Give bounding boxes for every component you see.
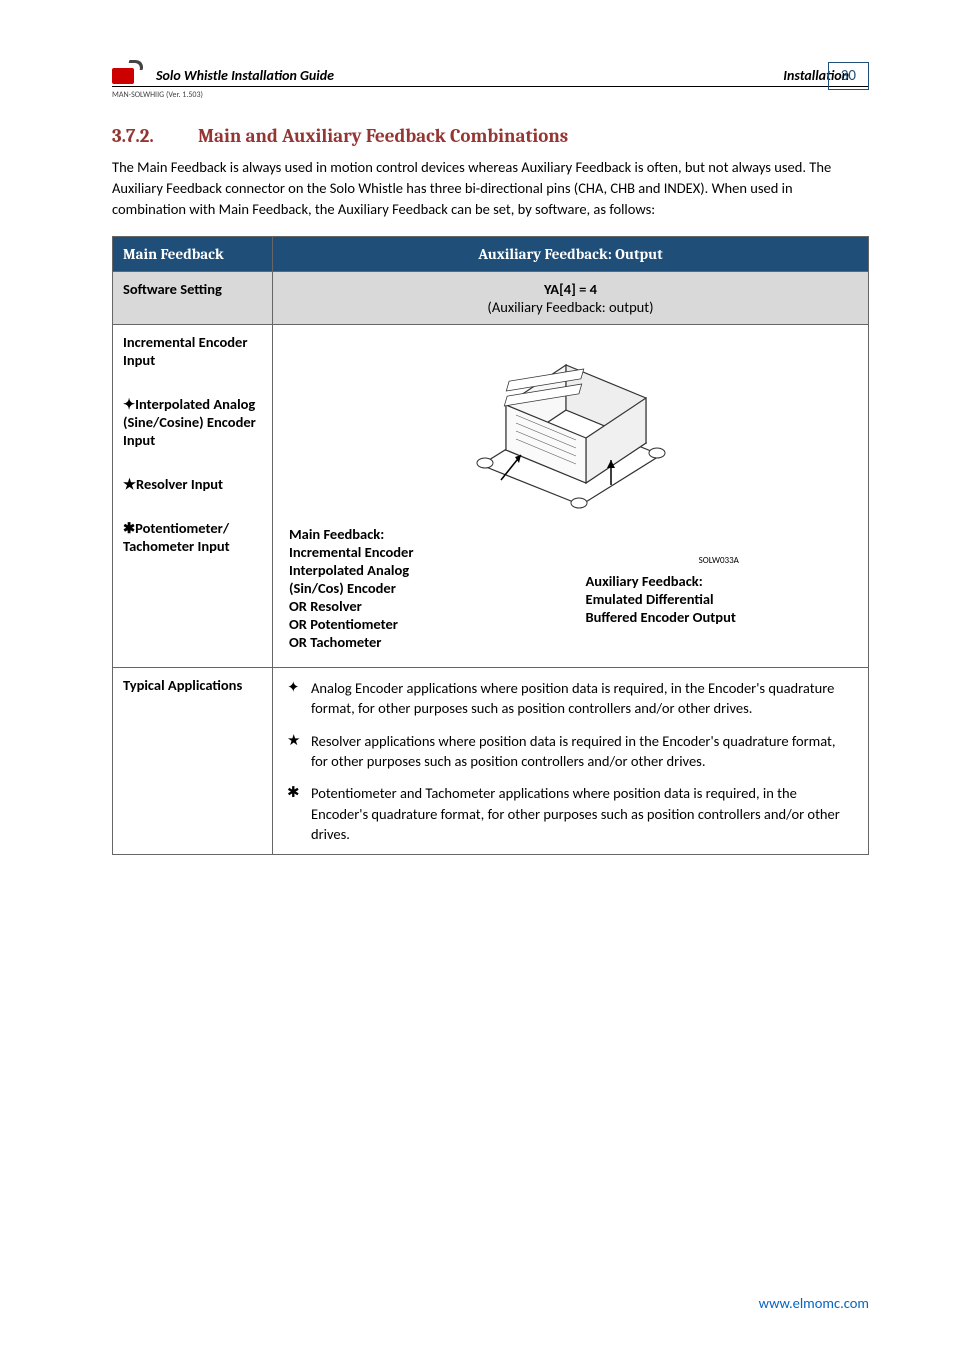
heading-number: 3.7.2.: [112, 125, 154, 147]
document-title: Solo Whistle Installation Guide: [156, 67, 783, 84]
header-aux-feedback: Auxiliary Feedback: Output: [273, 237, 869, 272]
solo-whistle-icon: [461, 335, 681, 515]
software-setting-value: YA[4] = 4 (Auxiliary Feedback: output): [273, 272, 869, 325]
list-item: ★ Resolver applications where position d…: [287, 731, 854, 772]
ya-sub: (Auxiliary Feedback: output): [283, 298, 858, 316]
page-number: 30: [828, 62, 869, 90]
list-item: ✱ Potentiometer and Tachometer applicati…: [287, 783, 854, 844]
typical-apps-list: ✦ Analog Encoder applications where posi…: [273, 668, 869, 855]
feedback-type-list: Incremental Encoder Input ✦Interpolated …: [113, 325, 273, 668]
typical-apps-label: Typical Applications: [113, 668, 273, 855]
ya-value: YA[4] = 4: [544, 280, 597, 298]
page-header: Solo Whistle Installation Guide Installa…: [112, 60, 869, 87]
list-item: ✦Interpolated Analog (Sine/Cosine) Encod…: [123, 395, 262, 449]
device-illustration: [289, 335, 852, 519]
device-code: SOLW033A: [586, 555, 853, 566]
list-item: Incremental Encoder Input: [123, 333, 262, 369]
list-item: ✦ Analog Encoder applications where posi…: [287, 678, 854, 719]
software-setting-label: Software Setting: [113, 272, 273, 325]
header-main-feedback: Main Feedback: [113, 237, 273, 272]
document-version: MAN-SOLWHIIG (Ver. 1.503): [112, 90, 869, 100]
intro-paragraph: The Main Feedback is always used in moti…: [112, 157, 869, 220]
heading-text: Main and Auxiliary Feedback Combinations: [198, 125, 568, 147]
aux-feedback-label-block: SOLW033A Auxiliary Feedback: Emulated Di…: [586, 561, 853, 626]
main-feedback-label-block: Main Feedback: Incremental Encoder Inter…: [289, 525, 556, 651]
feedback-table: Main Feedback Auxiliary Feedback: Output…: [112, 236, 869, 855]
list-item: ✱Potentiometer/ Tachometer Input: [123, 519, 262, 555]
footer-link[interactable]: www.elmomc.com: [759, 1294, 869, 1312]
brand-logo: [112, 60, 148, 84]
list-item: ★Resolver Input: [123, 475, 262, 493]
star-4-icon: ✦: [287, 678, 311, 719]
star-5-icon: ★: [287, 731, 311, 772]
diagram-cell: Main Feedback: Incremental Encoder Inter…: [273, 325, 869, 668]
star-6-icon: ✱: [287, 783, 311, 844]
section-heading: 3.7.2. Main and Auxiliary Feedback Combi…: [112, 125, 869, 147]
